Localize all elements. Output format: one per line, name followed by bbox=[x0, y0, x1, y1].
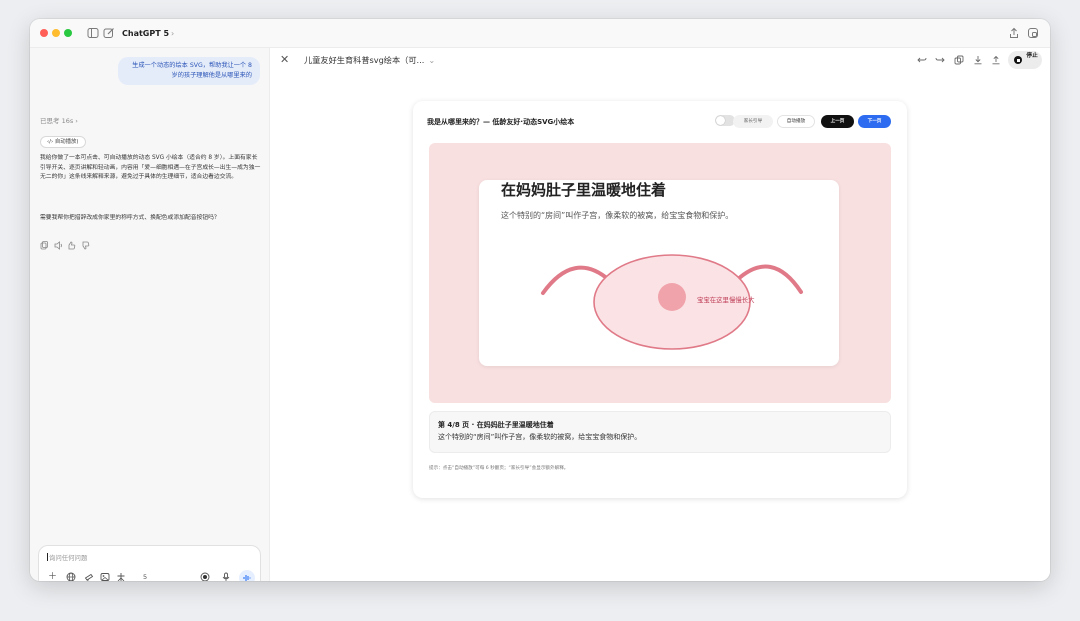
text-caret bbox=[47, 553, 48, 561]
parent-guide-toggle[interactable] bbox=[715, 115, 735, 126]
tools-icon[interactable] bbox=[115, 572, 126, 581]
copy-icon bbox=[40, 241, 48, 250]
minimize-window-button[interactable] bbox=[52, 29, 60, 37]
close-icon[interactable]: ✕ bbox=[280, 54, 289, 66]
waveform-icon bbox=[243, 575, 251, 581]
artifact-chip[interactable]: ‹/› 自动播放) bbox=[40, 136, 86, 148]
stop-button-label: 停止 bbox=[1026, 53, 1038, 59]
window-icon[interactable] bbox=[1026, 27, 1039, 40]
share-icon[interactable] bbox=[1007, 27, 1020, 40]
microphone-icon[interactable] bbox=[220, 572, 231, 581]
page-caption: 第 4/8 页 · 在妈妈肚子里温暖地住着 这个特别的“房间”叫作子宫，像柔软的… bbox=[429, 411, 891, 453]
copy-icon[interactable] bbox=[953, 55, 964, 66]
chevron-right-icon: › bbox=[171, 29, 175, 38]
assistant-reply-question: 需要我帮你把措辞改成你家里的称呼方式、换配色或添加配音按钮吗？ bbox=[40, 215, 220, 221]
storybook-stage: 在妈妈肚子里温暖地住着 这个特别的“房间”叫作子宫，像柔软的被窝，给宝宝食物和保… bbox=[429, 143, 891, 403]
plus-icon[interactable]: ＋ bbox=[47, 572, 58, 581]
new-chat-icon[interactable] bbox=[102, 27, 115, 40]
canvas-title[interactable]: 儿童友好生育科普svg绘本（可... ⌄ bbox=[304, 54, 435, 66]
app-title[interactable]: ChatGPT 5 › bbox=[122, 27, 174, 40]
usage-hint: 提示：点击“自动播放”可每 6 秒翻页；“家长引导”会显示额外解释。 bbox=[429, 466, 569, 471]
storybook-header: 我是从哪里来的？— 低龄友好·动态SVG小绘本 bbox=[427, 118, 575, 126]
stop-button[interactable]: 停止 bbox=[1008, 51, 1042, 69]
thumbs-up-icon bbox=[68, 241, 76, 250]
scene-title: 在妈妈肚子里温暖地住着 bbox=[501, 181, 667, 199]
download-icon[interactable] bbox=[972, 55, 983, 66]
voice-mode-button[interactable] bbox=[239, 570, 255, 581]
redo-icon[interactable] bbox=[934, 55, 945, 66]
app-title-text: ChatGPT 5 bbox=[122, 29, 170, 38]
record-icon[interactable] bbox=[199, 572, 210, 581]
storybook-card: 我是从哪里来的？— 低龄友好·动态SVG小绘本 家长引导 自动播放 上一页 下一… bbox=[413, 101, 907, 498]
tools-count: 5 bbox=[143, 573, 148, 581]
message-action-icons bbox=[40, 241, 90, 250]
uterus-illustration bbox=[541, 254, 803, 350]
sidebar-toggle-icon[interactable] bbox=[86, 27, 99, 40]
chat-sidebar: 生成一个动态的绘本 SVG，帮助我让一个 8 岁的孩子理解他是从哪里来的 已思考… bbox=[30, 48, 270, 581]
title-bar: ChatGPT 5 › bbox=[30, 19, 1050, 48]
scene-panel: 在妈妈肚子里温暖地住着 这个特别的“房间”叫作子宫，像柔软的被窝，给宝宝食物和保… bbox=[479, 180, 839, 366]
share-icon[interactable] bbox=[990, 55, 1001, 66]
telescope-icon[interactable] bbox=[83, 572, 94, 581]
message-actions bbox=[40, 241, 100, 253]
baby-circle bbox=[658, 283, 686, 311]
composer: 询问任何问题 ＋ 5 bbox=[38, 545, 261, 581]
caption-title: 第 4/8 页 · 在妈妈肚子里温暖地住着 bbox=[438, 421, 554, 429]
canvas-title-text: 儿童友好生育科普svg绘本（可... bbox=[304, 55, 425, 65]
undo-icon[interactable] bbox=[916, 55, 927, 66]
autoplay-button[interactable]: 自动播放 bbox=[777, 115, 815, 128]
image-icon[interactable] bbox=[99, 572, 110, 581]
chevron-down-icon: ⌄ bbox=[428, 55, 436, 65]
thinking-duration[interactable]: 已思考 16s › bbox=[40, 117, 78, 126]
user-message-bubble: 生成一个动态的绘本 SVG，帮助我让一个 8 岁的孩子理解他是从哪里来的 bbox=[118, 57, 260, 85]
speaker-icon bbox=[54, 241, 62, 250]
close-window-button[interactable] bbox=[40, 29, 48, 37]
thumbs-down-icon bbox=[82, 241, 90, 250]
stop-icon bbox=[1014, 56, 1022, 64]
globe-icon[interactable] bbox=[65, 572, 76, 581]
canvas-pane: ✕ 儿童友好生育科普svg绘本（可... ⌄ 停止 我是从哪里来的？— 低龄友好·… bbox=[270, 48, 1050, 581]
assistant-reply-paragraph: 我给你做了一本可点击、可自动播放的动态 SVG 小绘本（适合约 8 岁）。上面有… bbox=[40, 155, 261, 181]
message-input[interactable]: 询问任何问题 bbox=[47, 553, 197, 563]
scene-subtitle: 这个特别的“房间”叫作子宫，像柔软的被窝，给宝宝食物和保护。 bbox=[501, 211, 734, 220]
next-page-button[interactable]: 下一页 bbox=[858, 115, 891, 128]
caption-text: 这个特别的“房间”叫作子宫，像柔软的被窝，给宝宝食物和保护。 bbox=[438, 433, 642, 441]
zoom-window-button[interactable] bbox=[64, 29, 72, 37]
app-window: ChatGPT 5 › 生成一个动态的绘本 SVG，帮助我让一个 8 岁的孩子理解… bbox=[30, 19, 1050, 581]
prev-page-button[interactable]: 上一页 bbox=[821, 115, 854, 128]
message-input-placeholder: 询问任何问题 bbox=[49, 554, 88, 562]
baby-label: 宝宝在这里慢慢长大 bbox=[697, 296, 755, 304]
parent-guide-label[interactable]: 家长引导 bbox=[733, 115, 773, 128]
